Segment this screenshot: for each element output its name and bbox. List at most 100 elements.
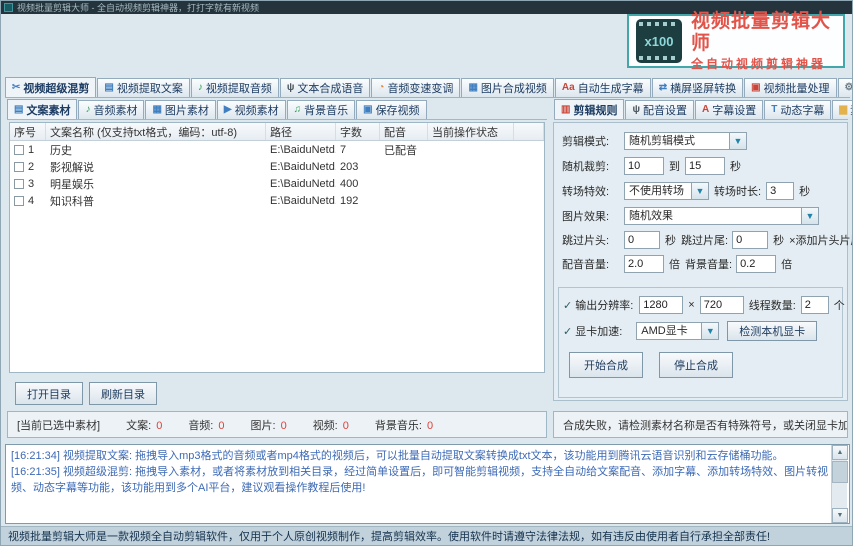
cell-voice: 已配音 — [380, 142, 428, 158]
transition-select[interactable]: 不使用转场 ▼ — [624, 182, 709, 200]
col-header-index[interactable]: 序号 — [10, 123, 46, 140]
refresh-directory-button[interactable]: 刷新目录 — [89, 382, 157, 405]
logo-title: 视频批量剪辑大师 — [691, 11, 836, 55]
col-header-voiceover[interactable]: 配音 — [380, 123, 428, 140]
table-row[interactable]: 3 明星娱乐 E:\BaiduNetd... 400 — [10, 175, 544, 192]
film-icon: ▥ — [561, 105, 570, 115]
log-scrollbar[interactable]: ▲ ▼ — [831, 445, 847, 523]
threads-input[interactable] — [801, 296, 829, 314]
gpu-checkbox[interactable]: ✓ — [563, 325, 572, 338]
resolution-checkbox[interactable]: ✓ — [563, 299, 572, 312]
tab-audio-material[interactable]: ♪音频素材 — [78, 100, 144, 119]
tab-orientation-convert[interactable]: ⇄横屏竖屏转换 — [652, 78, 743, 97]
speaker-icon: ♪ — [85, 105, 90, 115]
transition-label: 转场特效: — [562, 183, 624, 199]
chevron-down-icon[interactable]: ▼ — [692, 182, 709, 200]
gear-icon: ⚙ — [845, 83, 853, 93]
transition-duration-input[interactable] — [766, 182, 794, 200]
gpu-select[interactable]: AMD显卡 ▼ — [636, 322, 719, 340]
tab-video-material[interactable]: ▶视频素材 — [217, 100, 286, 119]
tab-save-video[interactable]: ▣保存视频 — [356, 100, 426, 119]
compose-status-message: 合成失败，请检测素材名称是否有特殊符号，或关闭显卡加速后重试 — [553, 411, 848, 438]
bg-volume-input[interactable] — [736, 255, 776, 273]
tab-audio-speed-pitch[interactable]: ◔音频变速变调 — [371, 78, 460, 97]
chevron-down-icon[interactable]: ▼ — [702, 322, 719, 340]
resolution-height-input[interactable] — [700, 296, 744, 314]
tab-clip-rules[interactable]: ▥剪辑规则 — [554, 99, 624, 119]
skip-tail-label: 跳过片尾: — [681, 232, 728, 248]
skip-tail-input[interactable] — [732, 231, 768, 249]
chevron-down-icon[interactable]: ▼ — [802, 207, 819, 225]
resolution-width-input[interactable] — [639, 296, 683, 314]
save-video-icon: ▣ — [363, 105, 372, 115]
table-row[interactable]: 2 影视解说 E:\BaiduNetd... 203 — [10, 158, 544, 175]
random-crop-to-input[interactable] — [685, 157, 725, 175]
cell-name: 影视解说 — [46, 159, 266, 175]
tab-auto-subtitles[interactable]: Aa自动生成字幕 — [555, 78, 651, 97]
tab-background-music[interactable]: ♫背景音乐 — [287, 100, 356, 119]
footer-notice-text: 视频批量剪辑大师是一款视频全自动剪辑软件，仅用于个人原创视频制作，提高剪辑效率。… — [8, 528, 770, 544]
tab-subtitle-settings[interactable]: A字幕设置 — [695, 100, 763, 119]
voice-volume-input[interactable] — [624, 255, 664, 273]
row-checkbox[interactable] — [14, 145, 24, 155]
logo-subtitle: 全自动视频剪辑神器 — [691, 55, 836, 72]
tab-video-extract-text[interactable]: ▤视频提取文案 — [97, 78, 189, 97]
document-icon: ▤ — [14, 105, 23, 115]
tab-video-extract-audio[interactable]: ♪视频提取音频 — [191, 78, 279, 97]
col-header-status[interactable]: 当前操作状态 — [428, 123, 514, 140]
detect-gpu-button[interactable]: 检测本机显卡 — [727, 321, 817, 341]
tab-image-to-video[interactable]: ▦图片合成视频 — [461, 78, 553, 97]
tab-dynamic-subtitles[interactable]: T动态字幕 — [764, 100, 831, 119]
cell-name: 历史 — [46, 142, 266, 158]
resolution-label: 输出分辨率: — [575, 297, 633, 313]
tab-text-to-speech[interactable]: ψ文本合成语音 — [280, 78, 371, 97]
text-material-table[interactable]: 序号 文案名称 (仅支持txt格式，编码：utf-8) 路径 字数 配音 当前操… — [9, 122, 545, 373]
scrollbar-thumb[interactable] — [832, 461, 848, 483]
random-crop-from-input[interactable] — [624, 157, 664, 175]
col-header-path[interactable]: 路径 — [266, 123, 336, 140]
tab-material-directory[interactable]: ▆素材目录 — [832, 100, 853, 119]
scroll-up-icon[interactable]: ▲ — [832, 445, 848, 460]
chevron-down-icon[interactable]: ▼ — [730, 132, 747, 150]
row-checkbox[interactable] — [14, 196, 24, 206]
image-effect-select[interactable]: 随机效果 ▼ — [624, 207, 819, 225]
stop-compose-button[interactable]: 停止合成 — [659, 352, 733, 378]
start-compose-button[interactable]: 开始合成 — [569, 352, 643, 378]
open-directory-button[interactable]: 打开目录 — [15, 382, 83, 405]
app-window: 视频批量剪辑大师 - 全自动视频剪辑神器，打打字就有新视频 x100 视频批量剪… — [0, 0, 853, 546]
clip-mode-select[interactable]: 随机剪辑模式 ▼ — [624, 132, 747, 150]
cell-path: E:\BaiduNetd... — [266, 195, 336, 207]
col-header-name[interactable]: 文案名称 (仅支持txt格式，编码：utf-8) — [46, 123, 266, 140]
image-effect-label: 图片效果: — [562, 208, 624, 224]
tab-image-material[interactable]: ▦图片素材 — [145, 100, 215, 119]
tab-video-super-mix[interactable]: ✂视频超级混剪 — [5, 77, 96, 97]
document-icon: ▤ — [104, 83, 113, 93]
scroll-down-icon[interactable]: ▼ — [832, 508, 848, 523]
subtitle-a-icon: A — [702, 105, 709, 115]
app-logo: x100 视频批量剪辑大师 全自动视频剪辑神器 — [627, 14, 845, 68]
col-header-wordcount[interactable]: 字数 — [336, 123, 380, 140]
selection-label: [当前已选中素材] — [17, 417, 100, 433]
speed-gauge-icon: ◔ — [378, 83, 384, 93]
cell-path: E:\BaiduNetd... — [266, 161, 336, 173]
tab-voiceover-settings[interactable]: ψ配音设置 — [625, 100, 694, 119]
col-header-filler — [514, 123, 544, 140]
table-row[interactable]: 4 知识科普 E:\BaiduNetd... 192 — [10, 192, 544, 209]
gpu-label: 显卡加速: — [575, 323, 622, 339]
tab-video-batch-process[interactable]: ▣视频批量处理 — [744, 78, 836, 97]
skip-head-input[interactable] — [624, 231, 660, 249]
bgm-count: 0 — [427, 420, 433, 432]
cell-words: 192 — [336, 195, 380, 207]
play-icon: ▶ — [224, 105, 232, 115]
tab-text-material[interactable]: ▤文案素材 — [7, 99, 77, 119]
material-tab-bar: ▤文案素材 ♪音频素材 ▦图片素材 ▶视频素材 ♫背景音乐 ▣保存视频 — [7, 101, 547, 120]
speaker-icon: ♪ — [198, 83, 203, 93]
add-intro-outro-checkbox[interactable]: ×添加片头片尾 — [789, 232, 853, 248]
tab-software-settings[interactable]: ⚙软件参数设置 — [838, 78, 853, 97]
table-row[interactable]: 1 历史 E:\BaiduNetd... 7 已配音 — [10, 141, 544, 158]
x100-film-badge-icon: x100 — [636, 19, 682, 63]
log-line: [16:21:35] 视频超级混剪: 拖拽导入素材，或者将素材放到相关目录，经过… — [11, 464, 829, 496]
row-checkbox[interactable] — [14, 179, 24, 189]
row-checkbox[interactable] — [14, 162, 24, 172]
log-output: [16:21:34] 视频提取文案: 拖拽导入mp3格式的音频或者mp4格式的视… — [5, 444, 850, 524]
